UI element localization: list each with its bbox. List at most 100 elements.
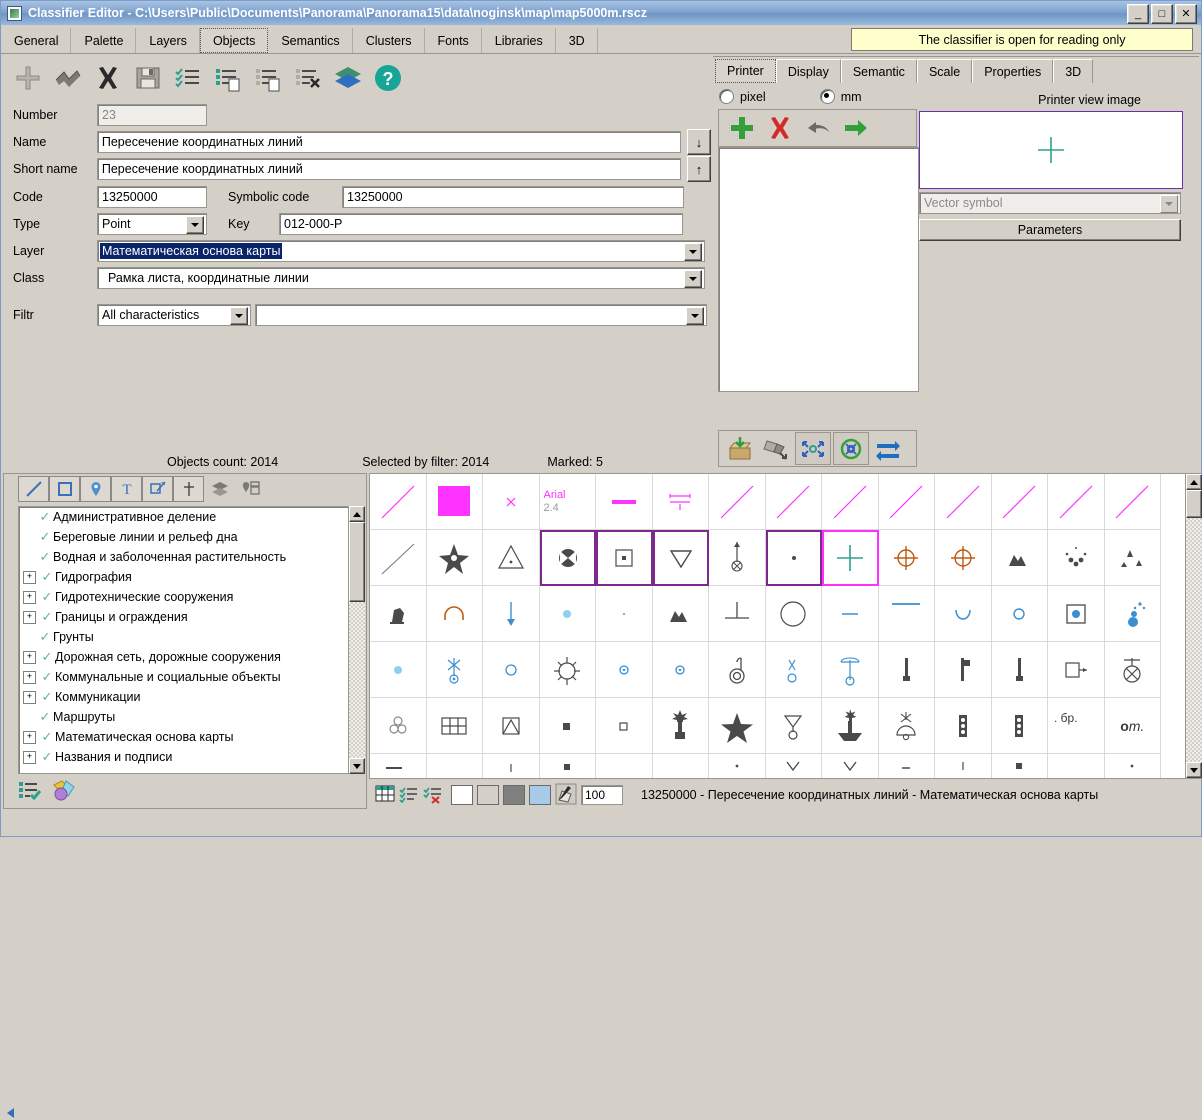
- class-select[interactable]: Рамка листа, координатные линии: [97, 267, 705, 289]
- chevron-down-icon[interactable]: [1160, 195, 1178, 213]
- palette-icon[interactable]: [52, 778, 78, 805]
- radio-pixel[interactable]: pixel: [719, 89, 766, 104]
- template-type-icon[interactable]: [173, 476, 204, 502]
- check-icon[interactable]: ✓: [39, 749, 55, 765]
- save-icon[interactable]: [131, 61, 165, 95]
- main-tab-layers[interactable]: Layers: [136, 28, 200, 53]
- key-input[interactable]: 012-000-P: [279, 213, 683, 235]
- check-list-icon[interactable]: [18, 779, 42, 804]
- symbol-cell-tiny-dot-symbol[interactable]: [765, 530, 822, 586]
- grid-scroll-up-button[interactable]: [1186, 474, 1202, 490]
- fit-shrink-icon[interactable]: [833, 432, 869, 465]
- code-input[interactable]: 13250000: [97, 186, 207, 208]
- line-type-icon[interactable]: [18, 476, 49, 502]
- symbol-cell-partial-dot-symbol[interactable]: [709, 754, 766, 778]
- tree-item[interactable]: + ✓ Названия и подписи: [19, 747, 353, 767]
- vector-symbol-select[interactable]: Vector symbol: [919, 192, 1181, 214]
- symbol-cell-down-arrow-symbol[interactable]: [483, 586, 540, 642]
- expand-icon[interactable]: +: [23, 590, 36, 604]
- check-icon[interactable]: ✓: [39, 589, 55, 605]
- symbol-tab-3d[interactable]: 3D: [1053, 59, 1094, 83]
- check-list-icon[interactable]: [399, 784, 419, 807]
- symbol-cell-small-circle-symbol[interactable]: [596, 642, 653, 698]
- symbol-cell-filled-square-symbol[interactable]: [426, 474, 483, 530]
- expand-icon[interactable]: +: [23, 730, 36, 744]
- symbol-cell-diagonal-line-symbol[interactable]: [878, 474, 935, 530]
- layers-icon[interactable]: [331, 61, 365, 95]
- parameters-button[interactable]: Parameters: [919, 219, 1181, 241]
- symbolic-code-input[interactable]: 13250000: [342, 186, 684, 208]
- symbol-cell-small-circle-symbol[interactable]: [991, 586, 1048, 642]
- name-input[interactable]: Пересечение координатных линий: [96, 131, 682, 153]
- main-tab-libraries[interactable]: Libraries: [481, 28, 556, 53]
- symbol-cell-teal-cross-symbol[interactable]: [822, 530, 879, 586]
- symbol-cell-bubble-trail-symbol[interactable]: [1104, 586, 1161, 642]
- symbol-cell-partial-v-symbol[interactable]: [766, 754, 822, 778]
- symbol-cell-mountain-peaks-symbol[interactable]: [652, 586, 709, 642]
- expand-icon[interactable]: +: [23, 650, 36, 664]
- number-input[interactable]: 23: [97, 104, 207, 126]
- minimize-button[interactable]: _: [1127, 4, 1149, 24]
- import-box-icon[interactable]: [723, 433, 757, 464]
- symbol-cell-mast-circle-symbol[interactable]: [822, 642, 879, 698]
- printer-view-image[interactable]: [919, 111, 1183, 189]
- text-type-icon[interactable]: T: [111, 476, 142, 502]
- main-tab-semantics[interactable]: Semantics: [268, 28, 353, 53]
- main-tab-palette[interactable]: Palette: [71, 28, 137, 53]
- symbol-cell-tower-flag-symbol[interactable]: [935, 642, 992, 698]
- symbol-cell-partial-blank-symbol[interactable]: [1048, 754, 1105, 778]
- close-button[interactable]: ✕: [1175, 4, 1197, 24]
- symbol-cell-br-label-symbol[interactable]: . бр.: [1048, 698, 1105, 754]
- expand-icon[interactable]: +: [23, 570, 36, 584]
- point-type-icon[interactable]: [80, 476, 111, 502]
- symbol-cell-diagonal-line-symbol[interactable]: [1104, 474, 1161, 530]
- symbol-cell-tower-symbol[interactable]: [991, 642, 1048, 698]
- tree-item[interactable]: + ✓ Коммунальные и социальные объекты: [19, 667, 353, 687]
- symbol-cell-diagonal-line-symbol[interactable]: [991, 474, 1048, 530]
- color-swatch-1[interactable]: [477, 785, 499, 805]
- symbol-cell-triangle-dot-symbol[interactable]: [483, 530, 540, 586]
- grid-scrollbar[interactable]: [1185, 474, 1202, 778]
- filtr-value-select[interactable]: [255, 304, 707, 326]
- symbol-cell-anchor-beacon-symbol[interactable]: [822, 698, 879, 754]
- square-type-icon[interactable]: [49, 476, 80, 502]
- table-grid-icon[interactable]: [375, 784, 395, 807]
- zoom-input[interactable]: 100: [581, 785, 623, 805]
- tree-item[interactable]: + ✓ Математическая основа карты: [19, 727, 353, 747]
- symbol-cell-exit-arrow-symbol[interactable]: [1048, 642, 1105, 698]
- radio-mm-dot[interactable]: [819, 89, 835, 104]
- symbol-cell-light-blue-dot-symbol[interactable]: [370, 642, 427, 698]
- delete-symbol-icon[interactable]: [763, 111, 797, 145]
- symbol-cell-diagonal-line-symbol[interactable]: [765, 474, 822, 530]
- layers-stack-icon[interactable]: [204, 476, 235, 502]
- symbol-cell-star-point-symbol[interactable]: [426, 530, 483, 586]
- symbol-cell-partial-blank-symbol[interactable]: [427, 754, 483, 778]
- tree-item[interactable]: ✓ Административное деление: [19, 507, 353, 527]
- copy-object-icon[interactable]: [51, 61, 85, 95]
- export-box-icon[interactable]: [759, 433, 793, 464]
- tree-item[interactable]: + ✓ Коммуникации: [19, 687, 353, 707]
- check-icon[interactable]: ✓: [37, 509, 53, 525]
- symbol-cell-square-diagonals-symbol[interactable]: [483, 698, 540, 754]
- symbol-cell-tower-symbol[interactable]: [878, 642, 935, 698]
- symbol-tab-display[interactable]: Display: [775, 59, 841, 83]
- delete-object-icon[interactable]: [91, 61, 125, 95]
- symbol-cell-traffic-signal-symbol[interactable]: [935, 698, 992, 754]
- symbol-cell-rock-symbol[interactable]: [370, 586, 427, 642]
- check-icon[interactable]: ✓: [37, 549, 53, 565]
- symbol-cell-dashed-template-symbol[interactable]: [652, 474, 709, 530]
- symbol-cell-light-blue-dot-symbol[interactable]: [539, 586, 596, 642]
- symbol-cell-scatter-triangles-symbol[interactable]: [1104, 530, 1161, 586]
- symbol-cell-tiny-gray-dot-symbol[interactable]: [596, 586, 653, 642]
- apply-icon[interactable]: [839, 111, 873, 145]
- symbol-cell-hook-target-symbol[interactable]: [709, 642, 766, 698]
- symbol-cell-partial-blank-symbol[interactable]: [653, 754, 709, 778]
- check-icon[interactable]: ✓: [39, 729, 55, 745]
- tree-item[interactable]: + ✓ Границы и ограждения: [19, 607, 353, 627]
- symbol-cell-sun-burst-symbol[interactable]: [539, 642, 596, 698]
- symbol-cell-target-circle-symbol[interactable]: [878, 530, 935, 586]
- move-up-button[interactable]: ↑: [687, 156, 711, 182]
- main-tab-fonts[interactable]: Fonts: [424, 28, 482, 53]
- tree-item[interactable]: + ✓ Гидротехнические сооружения: [19, 587, 353, 607]
- symbol-cell-square-dot-blue-symbol[interactable]: [1048, 586, 1105, 642]
